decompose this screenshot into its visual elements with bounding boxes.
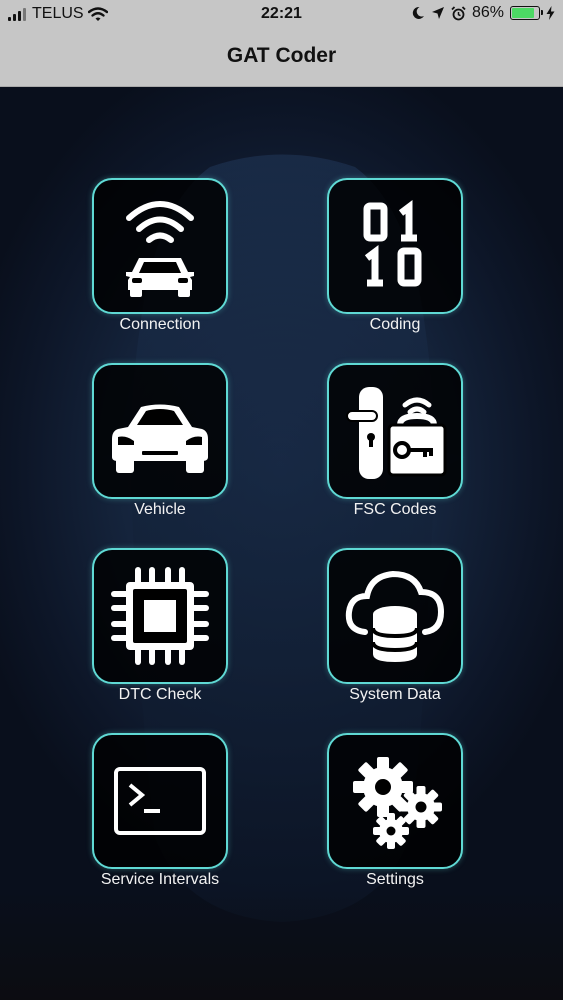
fsc-codes-label: FSC Codes xyxy=(353,501,437,518)
system-data-label: System Data xyxy=(349,686,441,703)
key-lock-icon xyxy=(346,387,447,479)
car-icon xyxy=(112,404,208,473)
coding-button[interactable] xyxy=(327,178,463,314)
status-bar: TELUS 22:21 86% xyxy=(0,0,563,30)
navigation-bar: GAT Coder xyxy=(0,30,563,87)
tile-vehicle[interactable]: Vehicle xyxy=(92,363,228,523)
binary-icon xyxy=(363,200,422,287)
vehicle-button[interactable] xyxy=(92,363,228,499)
moon-icon xyxy=(412,6,424,19)
bottom-fade xyxy=(0,890,563,1000)
cloud-database-icon xyxy=(345,570,445,662)
car-wifi-icon xyxy=(126,201,194,297)
page-title: GAT Coder xyxy=(226,44,337,67)
vehicle-label: Vehicle xyxy=(134,501,186,518)
terminal-icon xyxy=(114,767,206,835)
coding-label: Coding xyxy=(369,316,421,333)
connection-label: Connection xyxy=(119,316,201,333)
battery-icon xyxy=(510,6,543,20)
main-menu-area: Connection Coding Vehicle FSC Codes DTC … xyxy=(0,87,563,1000)
battery-fill xyxy=(512,8,535,18)
settings-button[interactable] xyxy=(327,733,463,869)
location-arrow-icon xyxy=(431,7,444,19)
service-intervals-label: Service Intervals xyxy=(100,871,220,888)
system-data-button[interactable] xyxy=(327,548,463,684)
alarm-clock-icon xyxy=(451,5,466,20)
battery-percent: 86% xyxy=(471,4,504,21)
tile-connection[interactable]: Connection xyxy=(92,178,228,338)
charging-bolt-icon xyxy=(546,6,555,20)
chip-icon xyxy=(111,567,209,665)
connection-button[interactable] xyxy=(92,178,228,314)
settings-label: Settings xyxy=(366,871,424,888)
tile-system-data[interactable]: System Data xyxy=(327,548,463,708)
gears-icon xyxy=(353,757,442,849)
tile-dtc-check[interactable]: DTC Check xyxy=(92,548,228,708)
tile-fsc-codes[interactable]: FSC Codes xyxy=(327,363,463,523)
tile-settings[interactable]: Settings xyxy=(327,733,463,893)
tile-service-intervals[interactable]: Service Intervals xyxy=(92,733,228,893)
dtc-check-button[interactable] xyxy=(92,548,228,684)
tile-coding[interactable]: Coding xyxy=(327,178,463,338)
dtc-check-label: DTC Check xyxy=(118,686,202,703)
service-intervals-button[interactable] xyxy=(92,733,228,869)
status-right: 86% xyxy=(411,4,555,22)
fsc-codes-button[interactable] xyxy=(327,363,463,499)
